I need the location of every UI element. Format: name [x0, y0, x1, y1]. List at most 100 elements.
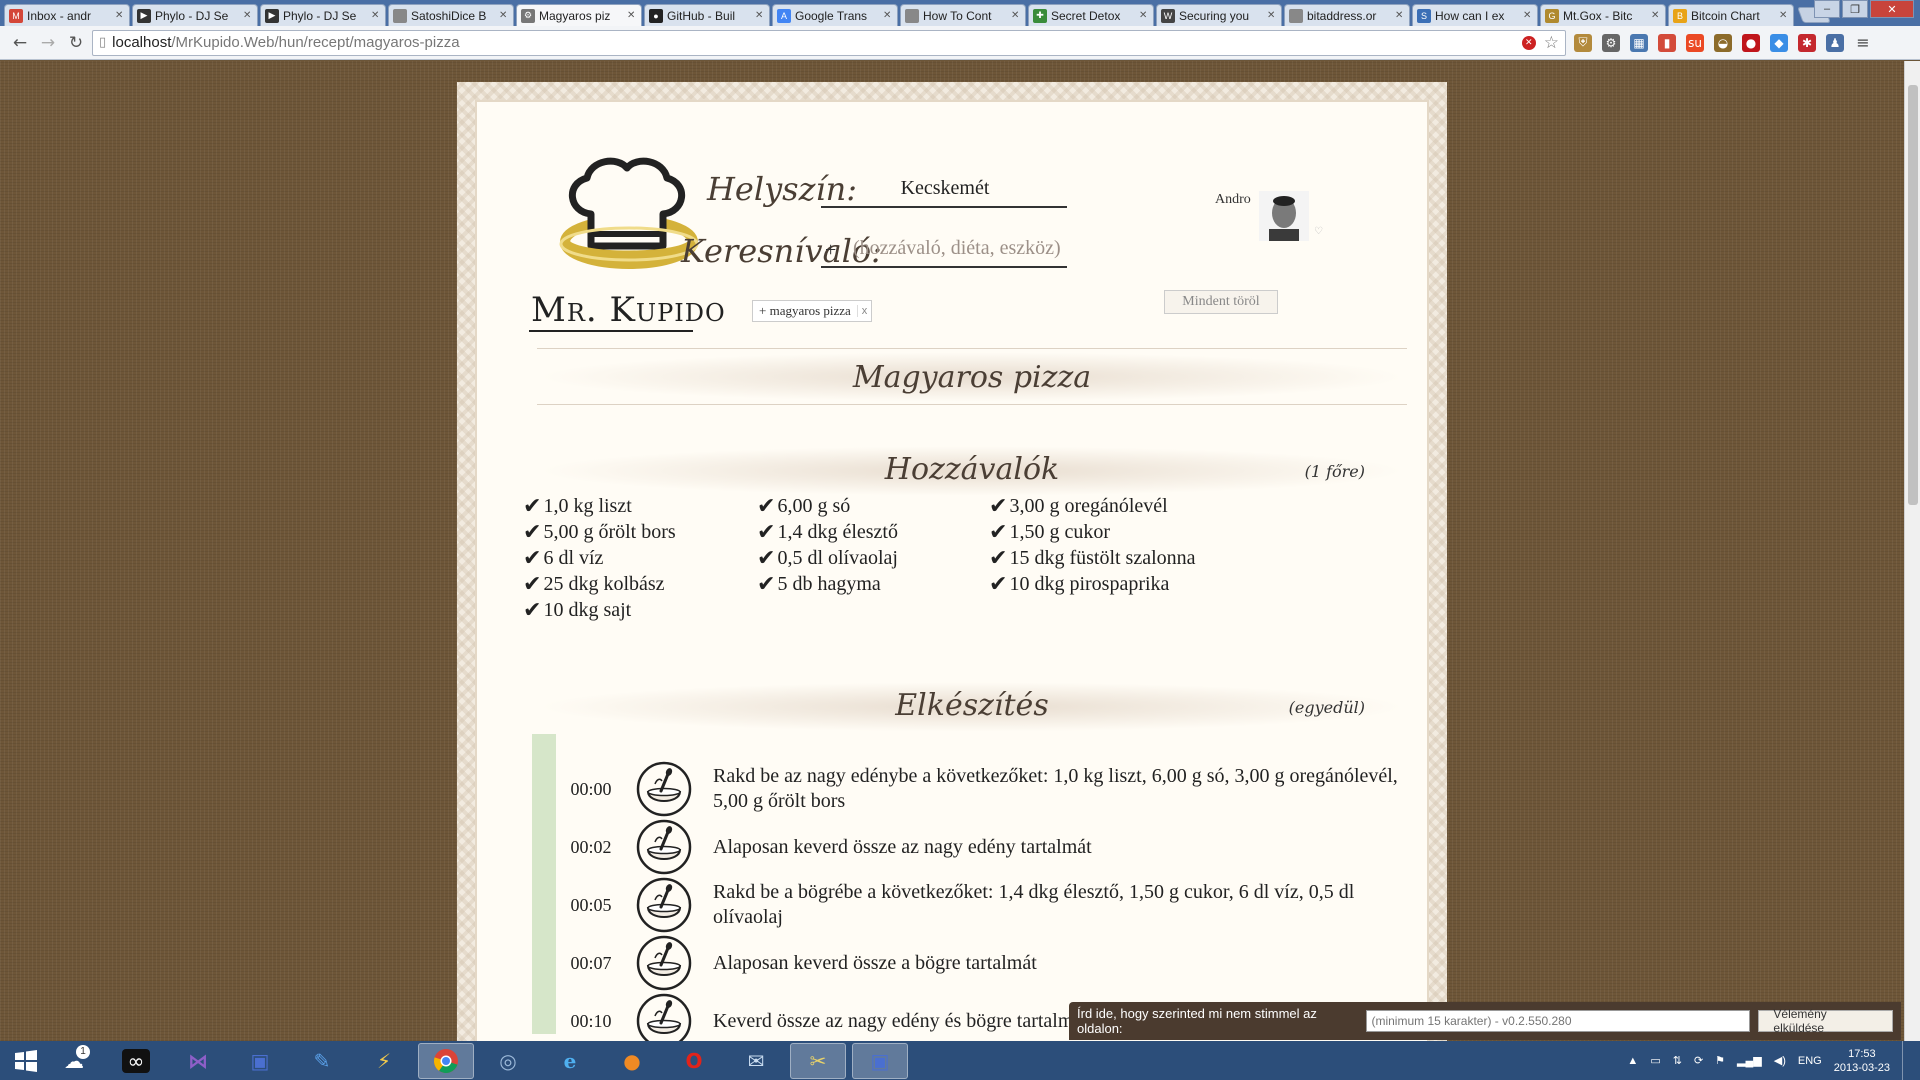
checkmark-icon[interactable]: ✔ [523, 598, 541, 623]
sync-icon[interactable]: ⟳ [1694, 1054, 1703, 1067]
close-tab-icon[interactable]: ✕ [755, 10, 765, 21]
ingredient-item[interactable]: ✔ 5 db hagyma [757, 572, 881, 597]
close-tab-icon[interactable]: ✕ [499, 10, 509, 21]
checkmark-icon[interactable]: ✔ [523, 520, 541, 545]
browser-tab[interactable]: ● GitHub - Buil ✕ [644, 4, 770, 26]
gear-icon[interactable]: ⚙ [1602, 33, 1620, 52]
search-tag[interactable]: + magyaros pizza x [752, 300, 873, 322]
ingredient-item[interactable]: ✔ 3,00 g oregánólevél [989, 494, 1168, 519]
back-icon[interactable]: ← [8, 31, 32, 55]
stop-icon[interactable]: ✕ [1521, 35, 1536, 50]
close-tab-icon[interactable]: ✕ [243, 10, 253, 21]
browser-tab[interactable]: W Securing you ✕ [1156, 4, 1282, 26]
site-logo-text[interactable]: Mr. Kupido [531, 290, 726, 330]
hedgehog-icon[interactable]: ◒ [1714, 33, 1732, 52]
close-tab-icon[interactable]: ✕ [883, 10, 893, 21]
internet-explorer-taskbar-item[interactable]: e [542, 1043, 598, 1079]
forward-icon[interactable]: → [36, 31, 60, 55]
close-tab-icon[interactable]: ✕ [1395, 10, 1405, 21]
messenger-taskbar-item[interactable]: ☁ 1 [46, 1043, 102, 1079]
clock[interactable]: 17:53 2013-03-23 [1834, 1047, 1890, 1075]
tool-taskbar-item[interactable]: ⚡ [356, 1043, 412, 1079]
browser-tab[interactable]: SatoshiDice B ✕ [388, 4, 514, 26]
search-input[interactable]: (hozzávaló, diéta, eszköz) [853, 237, 1061, 260]
ingredient-item[interactable]: ✔ 1,4 dkg élesztő [757, 520, 898, 545]
ingredient-item[interactable]: ✔ 6 dl víz [523, 546, 603, 571]
close-tab-icon[interactable]: ✕ [115, 10, 125, 21]
language-indicator[interactable]: ENG [1798, 1055, 1822, 1067]
send-feedback-button[interactable]: Vélemény elküldése [1758, 1007, 1893, 1035]
ingredient-item[interactable]: ✔ 1,0 kg liszt [523, 494, 632, 519]
checkmark-icon[interactable]: ✔ [989, 572, 1007, 597]
start-button[interactable] [6, 1043, 46, 1079]
checkmark-icon[interactable]: ✔ [523, 546, 541, 571]
show-desktop-button[interactable] [1902, 1041, 1912, 1080]
address-bar[interactable]: ▯ localhost/MrKupido.Web/hun/recept/magy… [92, 29, 1566, 56]
browser-tab[interactable]: ⚙ Magyaros piz ✕ [516, 4, 642, 26]
ingredient-item[interactable]: ✔ 10 dkg sajt [523, 598, 631, 623]
close-tab-icon[interactable]: ✕ [1779, 10, 1789, 21]
floppy-taskbar-item[interactable]: ▣ [852, 1042, 908, 1079]
paint-taskbar-item[interactable]: ✂ [790, 1042, 846, 1079]
thunderbird-taskbar-item[interactable]: ✉ [728, 1043, 784, 1079]
checkmark-icon[interactable]: ✔ [989, 494, 1007, 519]
user-icon[interactable]: ♟ [1826, 33, 1844, 52]
add-search-icon[interactable]: + [825, 239, 836, 262]
favorite-icon[interactable]: ♡ [1314, 226, 1323, 237]
volume-icon[interactable]: ◀) [1774, 1054, 1786, 1067]
browser-tab[interactable]: ▶ Phylo - DJ Se ✕ [132, 4, 258, 26]
user-name[interactable]: Andro [1215, 192, 1251, 208]
browser-tab[interactable]: How To Cont ✕ [900, 4, 1026, 26]
maximize-button[interactable]: ❐ [1842, 0, 1868, 18]
minimize-button[interactable]: – [1814, 0, 1840, 18]
ingredient-item[interactable]: ✔ 25 dkg kolbász [523, 572, 665, 597]
browser-tab[interactable]: G Mt.Gox - Bitc ✕ [1540, 4, 1666, 26]
checkmark-icon[interactable]: ✔ [757, 520, 775, 545]
ingredient-item[interactable]: ✔ 15 dkg füstölt szalonna [989, 546, 1196, 571]
save-app-taskbar-item[interactable]: ▣ [232, 1043, 288, 1079]
avatar[interactable] [1259, 191, 1309, 241]
browser-tab[interactable]: S How can I ex ✕ [1412, 4, 1538, 26]
monitor-icon[interactable]: ▭ [1650, 1054, 1660, 1067]
network-icon[interactable]: ⇅ [1673, 1054, 1682, 1067]
remove-tag-button[interactable]: x [856, 305, 872, 317]
close-tab-icon[interactable]: ✕ [1651, 10, 1661, 21]
lastpass-icon[interactable]: ✱ [1798, 33, 1816, 52]
close-tab-icon[interactable]: ✕ [1139, 10, 1149, 21]
shield-icon[interactable]: ⛨ [1574, 33, 1592, 52]
reload-icon[interactable]: ↻ [64, 31, 88, 55]
feedback-input[interactable] [1366, 1010, 1751, 1032]
compass-taskbar-item[interactable]: ◎ [480, 1043, 536, 1079]
scrollbar-thumb[interactable] [1908, 85, 1918, 505]
vertical-scrollbar[interactable] [1904, 61, 1920, 1041]
ingredient-item[interactable]: ✔ 10 dkg pirospaprika [989, 572, 1169, 597]
ingredient-item[interactable]: ✔ 1,50 g cukor [989, 520, 1110, 545]
browser-tab[interactable]: ▶ Phylo - DJ Se ✕ [260, 4, 386, 26]
browser-tab[interactable]: bitaddress.or ✕ [1284, 4, 1410, 26]
cube-icon[interactable]: ◆ [1770, 33, 1788, 52]
close-window-button[interactable]: ✕ [1870, 0, 1914, 18]
stumbleupon-icon[interactable]: su [1686, 33, 1704, 52]
ingredient-item[interactable]: ✔ 6,00 g só [757, 494, 850, 519]
checkmark-icon[interactable]: ✔ [989, 520, 1007, 545]
close-tab-icon[interactable]: ✕ [1267, 10, 1277, 21]
checkmark-icon[interactable]: ✔ [757, 546, 775, 571]
browser-tab[interactable]: ✚ Secret Detox ✕ [1028, 4, 1154, 26]
bookmark-star-icon[interactable]: ☆ [1544, 33, 1559, 53]
browser-tab[interactable]: A Google Trans ✕ [772, 4, 898, 26]
checkmark-icon[interactable]: ✔ [523, 572, 541, 597]
browser-tab[interactable]: B Bitcoin Chart ✕ [1668, 4, 1794, 26]
visual-studio-taskbar-item[interactable]: ⋈ [170, 1043, 226, 1079]
checkmark-icon[interactable]: ✔ [757, 494, 775, 519]
record-icon[interactable]: ● [1742, 33, 1760, 52]
close-tab-icon[interactable]: ✕ [1011, 10, 1021, 21]
ingredient-item[interactable]: ✔ 0,5 dl olívaolaj [757, 546, 898, 571]
show-hidden-icons-icon[interactable]: ▲ [1627, 1055, 1638, 1067]
opera-taskbar-item[interactable]: O [666, 1043, 722, 1079]
calendar-icon[interactable]: ▦ [1630, 33, 1648, 52]
infinity-app-taskbar-item[interactable]: ∞ [108, 1043, 164, 1079]
checkmark-icon[interactable]: ✔ [989, 546, 1007, 571]
notepad-taskbar-item[interactable]: ✎ [294, 1043, 350, 1079]
flag-icon[interactable]: ⚑ [1715, 1054, 1725, 1067]
signal-icon[interactable]: ▂▄▆ [1737, 1054, 1762, 1067]
